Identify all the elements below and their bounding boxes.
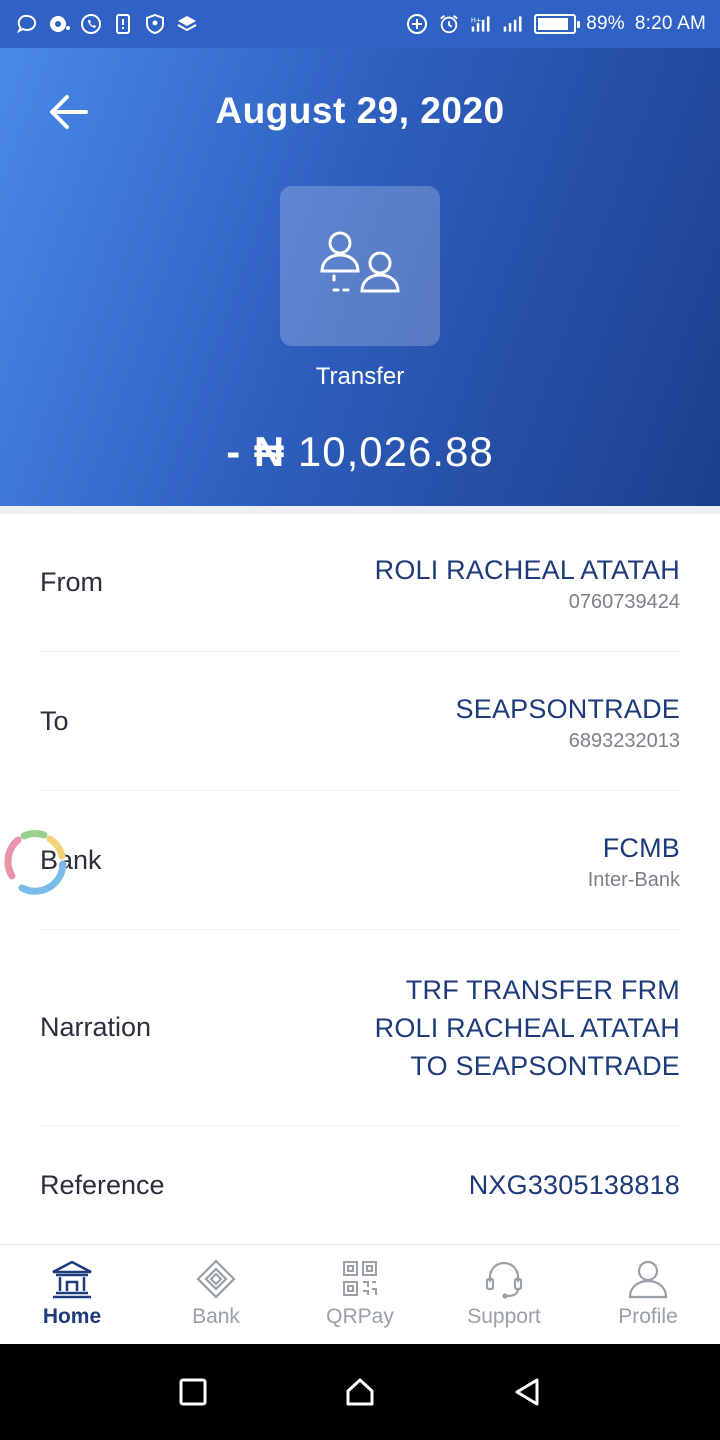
nav-qrpay[interactable]: QRPay	[288, 1245, 432, 1344]
section-divider	[0, 506, 720, 514]
battery-icon	[534, 14, 581, 34]
qr-code-icon	[343, 1261, 377, 1296]
data-saver-icon	[406, 13, 428, 35]
from-name: ROLI RACHEAL ATATAH	[374, 555, 680, 585]
to-name: SEAPSONTRADE	[455, 693, 680, 724]
system-navigation-bar	[0, 1344, 720, 1440]
system-indicators: H+ 89% 8:20 AM	[406, 13, 706, 35]
alarm-icon	[438, 13, 460, 35]
narration-line-1: TRF TRANSFER FRM	[405, 974, 680, 1005]
narration-value: TRF TRANSFER FRM ROLI RACHEAL ATATAH TO …	[375, 971, 680, 1085]
back-nav-button[interactable]	[507, 1372, 547, 1412]
page-title: August 29, 2020	[215, 90, 505, 131]
square-icon	[179, 1378, 207, 1406]
bank-type: Inter-Bank	[587, 868, 680, 891]
detail-row-from: From ROLI RACHEAL ATATAH 0760739424	[40, 514, 680, 652]
transaction-details: From ROLI RACHEAL ATATAH 0760739424 To S…	[40, 514, 680, 1244]
detail-row-reference: Reference NXG3305138818	[40, 1126, 680, 1244]
clock: 8:20 AM	[634, 13, 706, 34]
nav-home-label: Home	[42, 1305, 102, 1328]
to-account: 6893232013	[568, 729, 680, 752]
headset-icon	[485, 1261, 523, 1299]
from-label: From	[40, 567, 103, 597]
detail-row-bank: Bank FCMB Inter-Bank	[40, 791, 680, 930]
to-value: SEAPSONTRADE 6893232013	[456, 690, 680, 753]
nav-profile-label: Profile	[618, 1305, 678, 1328]
whatsapp-icon	[80, 13, 102, 35]
to-label: To	[40, 705, 69, 736]
nav-bank[interactable]: Bank	[144, 1245, 288, 1344]
svg-text:H+: H+	[471, 16, 482, 24]
narration-label: Narration	[40, 1012, 152, 1042]
home-outline-icon	[346, 1378, 374, 1406]
reference-value: NXG3305138818	[469, 1166, 680, 1204]
nav-bank-label: Bank	[192, 1305, 240, 1328]
user-icon	[628, 1260, 668, 1299]
status-bar: H+ 89% 8:20 AM	[0, 0, 720, 48]
narration-line-3: TO SEAPSONTRADE	[410, 1050, 680, 1081]
bottom-navigation: Home Bank QRPay Support Profile	[0, 1244, 720, 1344]
transaction-type: Transfer	[315, 363, 405, 390]
transaction-header: August 29, 2020 Transfer - ₦ 10,026.88	[0, 48, 720, 506]
bank-value: FCMB Inter-Bank	[588, 829, 680, 892]
recents-button[interactable]	[173, 1372, 213, 1412]
bank-name: FCMB	[602, 832, 680, 863]
chat-bubble-icon	[16, 13, 38, 35]
shield-icon	[144, 13, 166, 35]
loading-spinner-icon	[4, 830, 67, 895]
messenger-icon	[48, 13, 70, 35]
amount-sign: - ₦	[226, 428, 286, 475]
reference-label: Reference	[40, 1169, 165, 1200]
diamond-icon	[196, 1259, 236, 1299]
bank-building-icon	[52, 1260, 92, 1299]
nav-support[interactable]: Support	[432, 1245, 576, 1344]
home-button[interactable]	[340, 1372, 380, 1412]
reference-number: NXG3305138818	[468, 1170, 680, 1200]
layers-icon	[176, 13, 198, 35]
from-value: ROLI RACHEAL ATATAH 0760739424	[375, 551, 680, 614]
detail-row-narration: Narration TRF TRANSFER FRM ROLI RACHEAL …	[40, 930, 680, 1126]
from-account: 0760739424	[568, 591, 680, 613]
nav-home[interactable]: Home	[0, 1245, 144, 1344]
transaction-amount: - ₦ 10,026.88	[0, 428, 720, 476]
transaction-type-tile	[280, 186, 440, 346]
amount-value: 10,026.88	[297, 428, 494, 475]
signal-icon	[502, 13, 524, 35]
phone-alert-icon	[112, 13, 134, 35]
nav-profile[interactable]: Profile	[576, 1245, 720, 1344]
battery-percent: 89%	[586, 13, 625, 34]
notification-icons	[16, 13, 198, 35]
nav-support-label: Support	[467, 1305, 541, 1328]
signal-h-icon: H+	[470, 13, 492, 35]
nav-qrpay-label: QRPay	[326, 1305, 394, 1328]
transfer-users-icon	[320, 231, 400, 293]
triangle-back-icon	[515, 1378, 539, 1406]
narration-line-2: ROLI RACHEAL ATATAH	[374, 1012, 680, 1043]
detail-row-to: To SEAPSONTRADE 6893232013	[40, 652, 680, 791]
